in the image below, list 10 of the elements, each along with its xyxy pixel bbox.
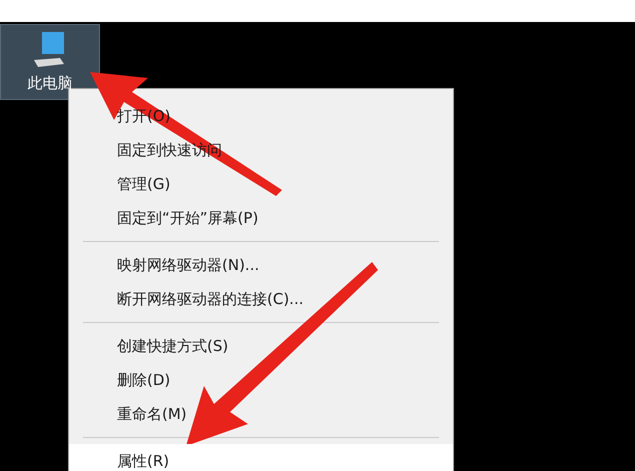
menu-item[interactable]: 映射网络驱动器(N)... <box>69 248 453 282</box>
menu-item[interactable]: 重命名(M) <box>69 397 453 431</box>
desktop-icon[interactable]: 此电脑 <box>0 24 100 100</box>
menu-item[interactable]: 断开网络驱动器的连接(C)... <box>69 282 453 316</box>
icon-label: 此电脑 <box>28 74 72 93</box>
menu-item[interactable]: 删除(D) <box>69 363 453 397</box>
menu-item[interactable]: 创建快捷方式(S) <box>69 329 453 363</box>
menu-item[interactable]: 属性(R) <box>69 444 453 471</box>
menu-item[interactable]: 管理(G) <box>69 167 453 201</box>
menu-item[interactable]: 固定到“开始”屏幕(P) <box>69 201 453 235</box>
